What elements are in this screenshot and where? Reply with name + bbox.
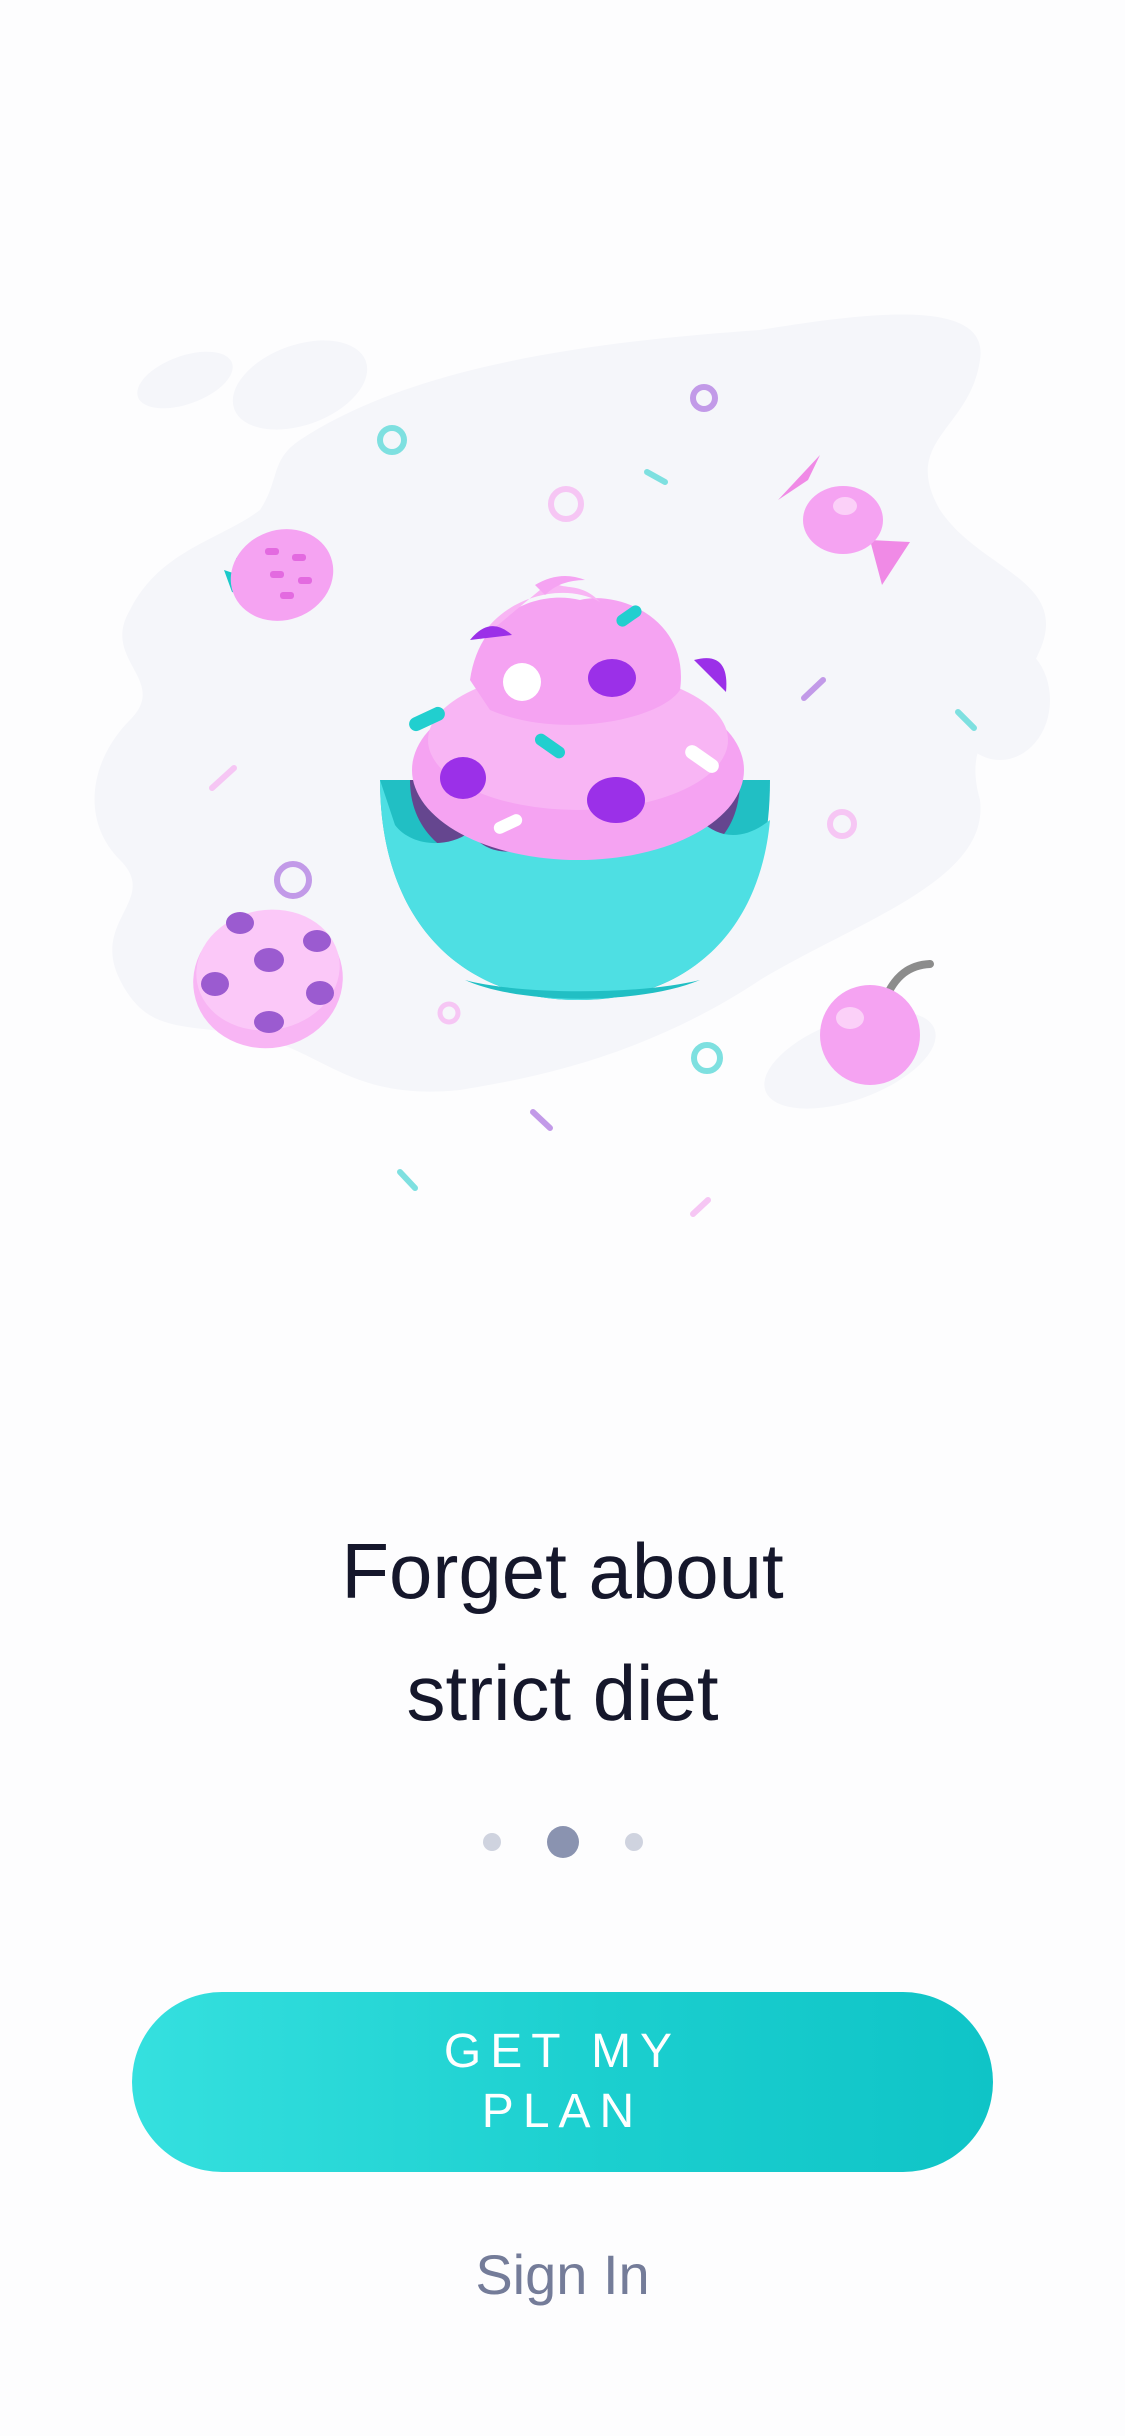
cta-line-2: PLAN (481, 2085, 644, 2138)
sign-in-link[interactable]: Sign In (0, 2240, 1125, 2310)
get-my-plan-button[interactable]: GET MY PLAN (132, 1992, 993, 2172)
cupcake-illustration (94, 314, 1050, 1217)
page-dot-3[interactable] (624, 1833, 643, 1851)
ring-icon (691, 1042, 723, 1074)
onboarding-title: Forget about strict diet (0, 1510, 1125, 1754)
page-dot-2-active[interactable] (546, 1826, 579, 1858)
page-dot-1[interactable] (482, 1833, 501, 1851)
onboarding-screen: Forget about strict diet GET MY PLAN Sig… (0, 0, 1125, 2436)
title-line-2: strict diet (406, 1649, 719, 1737)
title-line-1: Forget about (341, 1527, 784, 1615)
cta-line-1: GET MY (443, 2025, 682, 2078)
page-indicator (0, 1826, 1125, 1858)
